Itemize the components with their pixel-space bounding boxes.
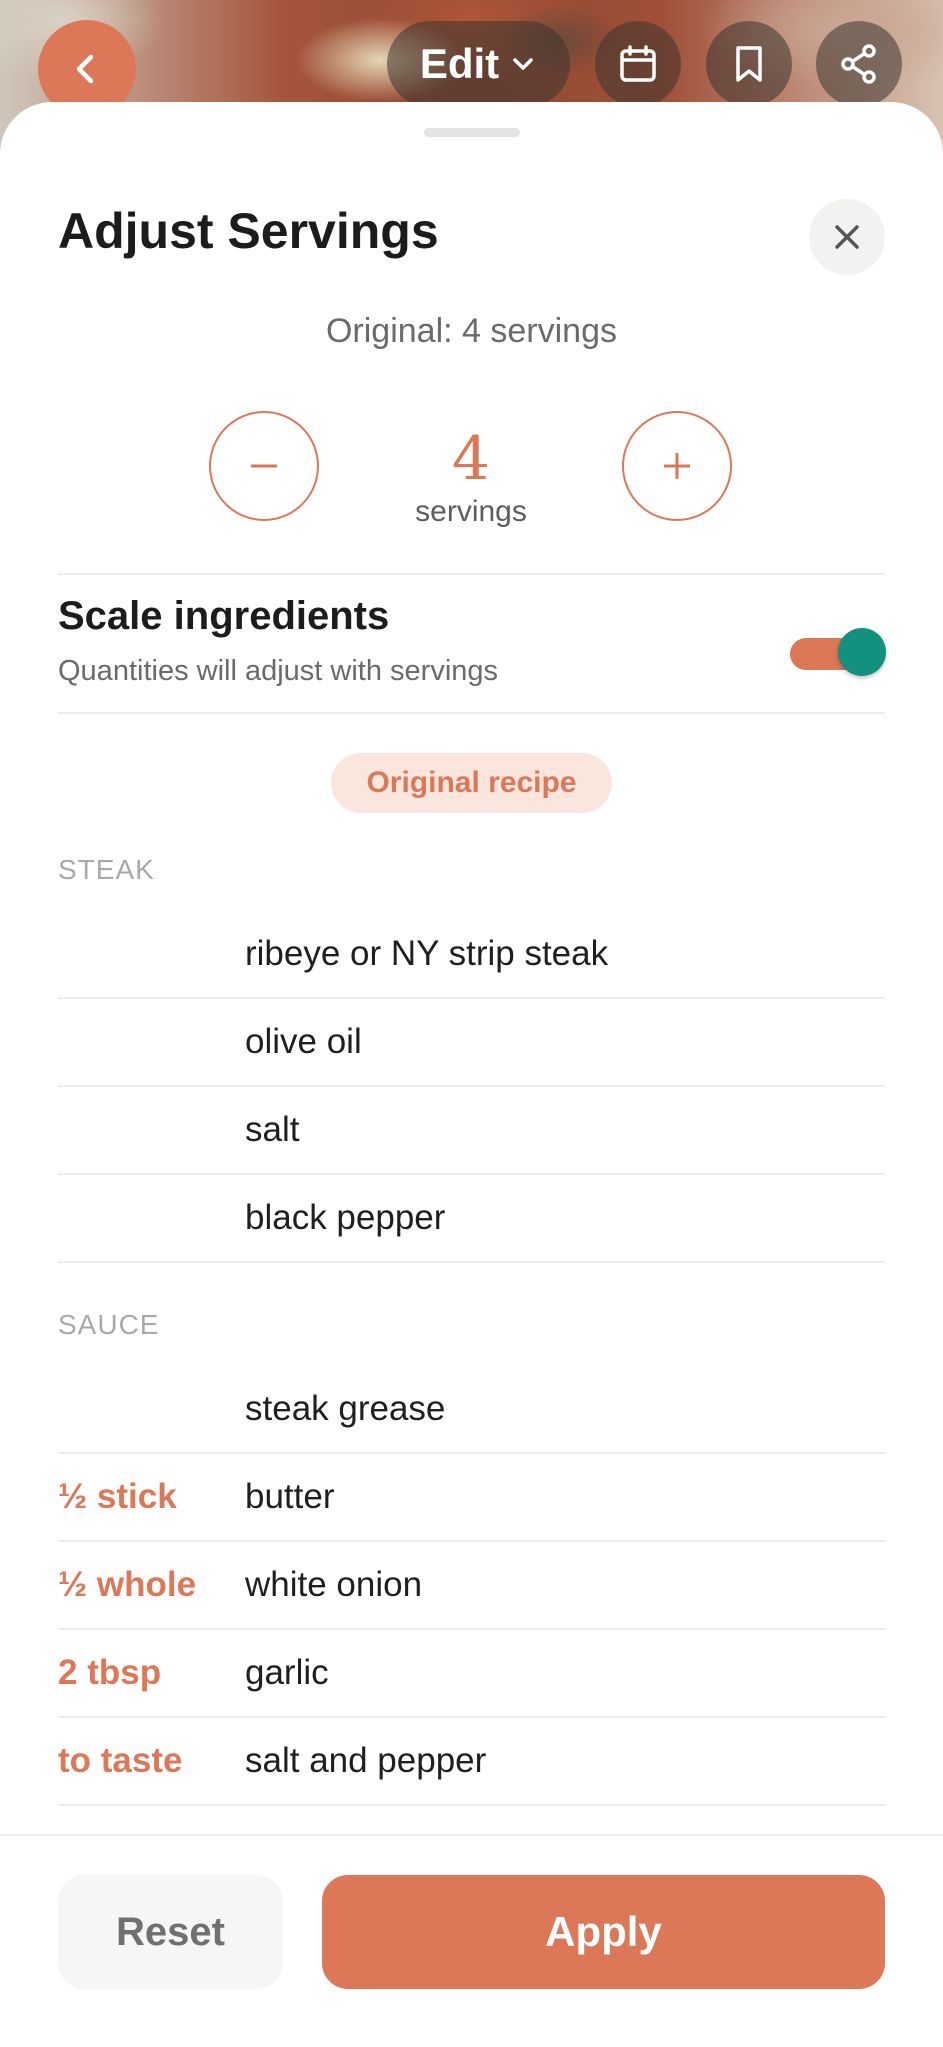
original-recipe-badge: Original recipe xyxy=(331,753,612,813)
chevron-left-icon xyxy=(76,54,94,84)
ingredient-row: ½ stick butter xyxy=(58,1454,885,1542)
footer-divider xyxy=(0,1834,943,1836)
section-header-sauce: SAUCE xyxy=(58,1309,160,1340)
calendar-icon xyxy=(620,45,656,82)
sheet-grabber[interactable] xyxy=(424,128,520,137)
sheet-title: Adjust Servings xyxy=(58,203,439,259)
close-button[interactable] xyxy=(809,199,885,275)
ingredient-row: ½ whole white onion xyxy=(58,1542,885,1630)
close-icon xyxy=(835,225,859,249)
ingredient-name: white onion xyxy=(245,1565,423,1604)
calendar-button[interactable] xyxy=(595,21,681,107)
ingredient-name: black pepper xyxy=(245,1198,446,1237)
bookmark-icon xyxy=(736,46,762,82)
scale-ingredients-toggle[interactable] xyxy=(790,628,886,678)
ingredient-quantity: ½ whole xyxy=(58,1565,197,1604)
decrease-servings-button[interactable] xyxy=(209,411,319,521)
ingredient-name: steak grease xyxy=(245,1389,446,1428)
edit-menu-button[interactable]: Edit xyxy=(387,21,570,107)
scale-ingredients-subtitle: Quantities will adjust with servings xyxy=(58,655,499,687)
toggle-knob xyxy=(838,628,886,676)
share-icon xyxy=(841,44,876,84)
ingredient-name: olive oil xyxy=(245,1022,362,1061)
original-servings-text: Original: 4 servings xyxy=(325,312,617,350)
ingredient-quantity: to taste xyxy=(58,1741,183,1780)
scale-ingredients-title: Scale ingredients xyxy=(58,594,390,638)
chevron-down-icon xyxy=(513,58,533,70)
divider xyxy=(58,573,885,575)
plus-icon xyxy=(664,453,690,479)
section-header-steak: STEAK xyxy=(58,854,155,885)
share-button[interactable] xyxy=(816,21,902,107)
ingredient-row: ribeye or NY strip steak xyxy=(58,911,885,999)
ingredient-row: olive oil xyxy=(58,999,885,1087)
ingredient-name: butter xyxy=(245,1477,335,1516)
ingredient-row: 2 tbsp garlic xyxy=(58,1630,885,1718)
ingredient-name: ribeye or NY strip steak xyxy=(245,934,609,973)
ingredient-row: steak grease xyxy=(58,1366,885,1454)
bookmark-button[interactable] xyxy=(706,21,792,107)
edit-label: Edit xyxy=(419,40,500,87)
ingredient-name: salt xyxy=(245,1110,300,1149)
ingredient-name: garlic xyxy=(245,1653,329,1692)
servings-count: 4 xyxy=(451,424,491,494)
servings-label: servings xyxy=(415,495,527,528)
divider xyxy=(58,712,885,714)
reset-button[interactable]: Reset xyxy=(58,1875,283,1989)
ingredient-quantity: 2 tbsp xyxy=(58,1653,162,1692)
ingredient-quantity: ½ stick xyxy=(58,1477,177,1516)
adjust-servings-sheet: Adjust Servings Original: 4 servings 4 s… xyxy=(0,102,943,2047)
ingredient-row: black pepper xyxy=(58,1175,885,1263)
increase-servings-button[interactable] xyxy=(622,411,732,521)
ingredient-name: salt and pepper xyxy=(245,1741,487,1780)
ingredient-row: salt xyxy=(58,1087,885,1175)
ingredient-row: to taste salt and pepper xyxy=(58,1718,885,1806)
minus-icon xyxy=(251,464,277,468)
apply-button[interactable]: Apply xyxy=(322,1875,885,1989)
